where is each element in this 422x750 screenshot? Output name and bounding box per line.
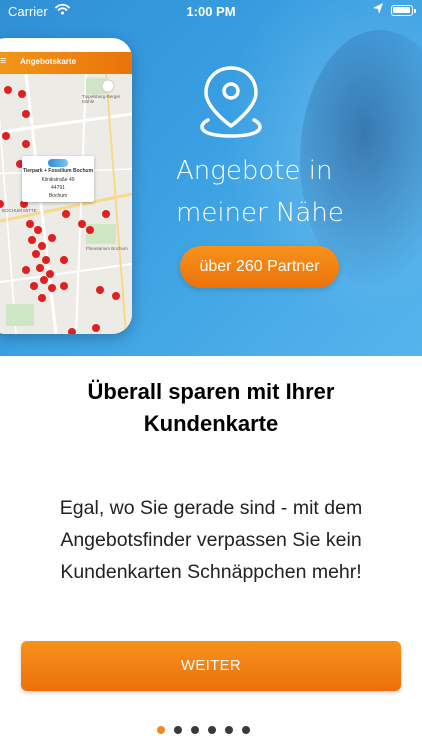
hero-banner: ≡ Angebotskarte Tippelsberg-Berger Mühle…	[0, 0, 422, 356]
map-info-card: Tierpark + Fossilium Bochum Klinikstraße…	[22, 156, 94, 202]
map-label: BOCHUM MITTE	[2, 208, 37, 213]
map-label: Planetarium Bochum	[86, 246, 128, 251]
page-dot[interactable]	[225, 726, 233, 734]
page-dot[interactable]	[208, 726, 216, 734]
body-line3: Kundenkarten Schnäppchen mehr!	[60, 561, 362, 583]
hero-headline-line1: Angebote in	[176, 156, 333, 186]
weiter-button[interactable]: WEITER	[21, 641, 401, 691]
map-card-street: Klinikstraße 49	[41, 177, 75, 183]
title-line1: Überall sparen mit Ihrer	[87, 379, 335, 404]
phone-map: Tippelsberg-Berger Mühle Planetarium Boc…	[0, 74, 132, 334]
onboarding-description: Egal, wo Sie gerade sind - mit dem Angeb…	[30, 492, 392, 588]
map-card-zip: 44791	[51, 185, 65, 191]
title-line2: Kundenkarte	[143, 411, 279, 436]
partner-logo	[48, 159, 68, 167]
onboarding-title: Überall sparen mit Ihrer Kundenkarte	[20, 376, 402, 440]
location-pin-icon	[200, 66, 262, 138]
page-dot[interactable]	[174, 726, 182, 734]
partner-count-button[interactable]: über 260 Partner	[180, 246, 339, 288]
page-dot[interactable]	[191, 726, 199, 734]
map-label: Tippelsberg-Berger Mühle	[82, 94, 121, 104]
body-line2: Angebotsfinder verpassen Sie kein	[60, 529, 362, 551]
phone-mockup: ≡ Angebotskarte Tippelsberg-Berger Mühle…	[0, 38, 132, 334]
page-indicator[interactable]	[157, 726, 267, 736]
map-pins	[0, 86, 120, 334]
hamburger-icon: ≡	[0, 55, 7, 67]
hero-headline: Angebote in meiner Nähe	[176, 150, 366, 234]
status-bar: Carrier 1:00 PM	[0, 0, 422, 22]
status-time: 1:00 PM	[186, 4, 236, 19]
map-card-name: Tierpark + Fossilium Bochum	[22, 168, 94, 174]
body-line1: Egal, wo Sie gerade sind - mit dem	[59, 497, 363, 519]
page-dot[interactable]	[242, 726, 250, 734]
map-card-city: Bochum	[48, 193, 68, 199]
battery-icon	[391, 5, 416, 16]
page-dot[interactable]	[157, 726, 165, 734]
phone-app-bar: ≡ Angebotskarte	[0, 52, 132, 74]
phone-app-title: Angebotskarte	[20, 57, 77, 66]
hero-headline-line2: meiner Nähe	[176, 198, 344, 228]
location-arrow-icon	[373, 3, 383, 14]
